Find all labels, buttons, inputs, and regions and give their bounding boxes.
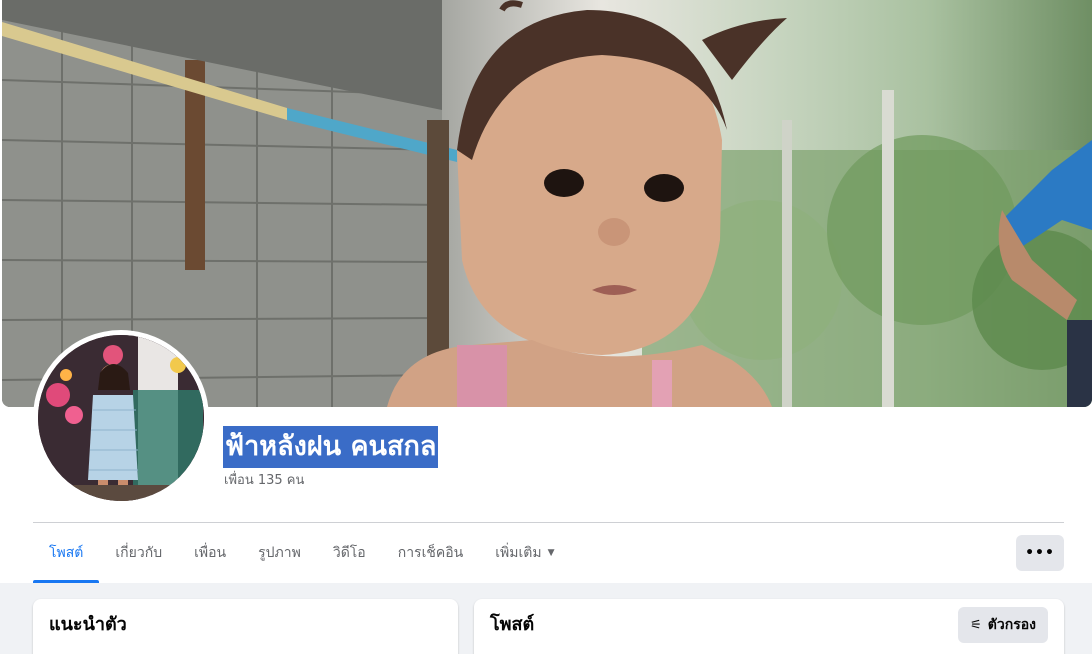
tab-label: การเช็คอิน [397,545,464,561]
chevron-down-icon: ▼ [547,548,555,558]
friends-count[interactable]: เพื่อน 135 คน [224,472,304,490]
more-options-icon: ••• [1025,545,1055,561]
tab-more[interactable]: เพิ่มเติม ▼ [479,523,570,583]
tab-label: วิดีโอ [332,545,366,561]
tab-label: เกี่ยวกับ [115,545,163,561]
profile-page: ฟ้าหลังฝน คนสกล เพื่อน 135 คน โพสต์ เกี่… [0,0,1092,654]
more-options-button[interactable]: ••• [1016,535,1064,571]
tab-label: โพสต์ [49,545,84,561]
avatar-image [38,335,204,501]
tab-about[interactable]: เกี่ยวกับ [99,523,178,583]
avatar[interactable] [38,335,204,501]
tab-friends[interactable]: เพื่อน [178,523,242,583]
profile-tabs: โพสต์ เกี่ยวกับ เพื่อน รูปภาพ วิดีโอ การ… [33,523,571,583]
filter-icon: ⚟ [970,617,982,633]
tab-label: เพื่อน [194,545,227,561]
tab-posts[interactable]: โพสต์ [33,523,100,583]
profile-name: ฟ้าหลังฝน คนสกล [223,426,439,468]
posts-card-title: โพสต์ [490,614,535,635]
intro-card-title: แนะนำตัว [49,614,127,635]
filter-button[interactable]: ⚟ ตัวกรอง [958,607,1048,643]
tab-label: รูปภาพ [258,545,301,561]
intro-card: แนะนำตัว [33,599,458,654]
tab-videos[interactable]: วิดีโอ [317,523,382,583]
tab-checkins[interactable]: การเช็คอิน [382,523,480,583]
tab-photos[interactable]: รูปภาพ [242,523,317,583]
tab-label: เพิ่มเติม [495,545,542,561]
filter-button-label: ตัวกรอง [987,617,1036,633]
posts-card: โพสต์ ⚟ ตัวกรอง [474,599,1064,654]
